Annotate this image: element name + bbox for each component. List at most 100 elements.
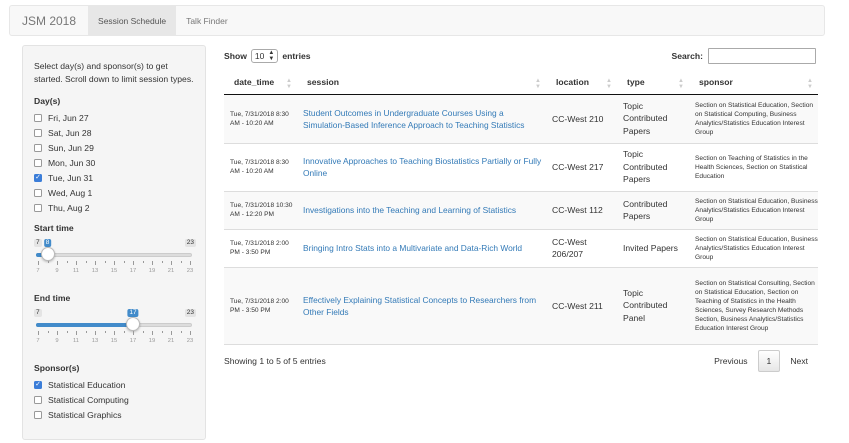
day-checkbox-row[interactable]: ✓ Tue, Jun 31 [34,170,194,185]
slider-tick [76,261,77,265]
column-header-type[interactable]: type ▲ ▼ [617,71,689,95]
main-content: Show 10 ▲ ▼ entries Search: date_time ▲ ▼ se… [224,45,818,374]
slider-tick-label: 11 [72,338,80,344]
column-header-label: location [556,77,589,88]
column-header-session[interactable]: session ▲ ▼ [297,71,546,95]
search-input[interactable] [708,48,816,64]
entries-select[interactable]: 10 ▲ ▼ [250,49,279,63]
cell-location: CC-West 206/207 [546,229,617,268]
sponsor-option-label: Statistical Computing [48,394,129,405]
slider-tick [161,331,163,333]
column-header-date-time[interactable]: date_time ▲ ▼ [224,71,297,95]
table-header-row: date_time ▲ ▼ session ▲ ▼ location ▲ ▼ type ▲ ▼ … [224,71,818,95]
table-footer: Showing 1 to 5 of 5 entries Previous 1 N… [224,348,818,374]
tab-talk-finder[interactable]: Talk Finder [176,6,238,35]
slider-tick-label: 7 [36,338,40,344]
select-updown-icon: ▲ ▼ [268,50,275,62]
cell-type: Invited Papers [617,229,689,268]
checkbox-icon[interactable] [34,158,42,167]
cell-location: CC-West 217 [546,143,617,192]
day-label: Mon, Jun 30 [48,157,96,168]
sponsor-option-label: Statistical Education [48,379,126,390]
end-time-slider[interactable]: 7 23 17 7 9 11 13 15 17 19 21 23 [34,307,196,353]
slider-tick [190,261,191,265]
slider-tick [66,261,68,263]
slider-handle[interactable] [40,247,55,261]
slider-handle[interactable] [126,317,140,331]
cell-sponsor: Section on Statistical Education, Sectio… [689,94,818,144]
slider-tick [180,331,182,333]
cell-type: Topic Contributed Papers [617,94,689,144]
cell-type: Contributed Papers [617,191,689,230]
previous-button[interactable]: Previous [704,356,757,366]
day-checkbox-row[interactable]: Wed, Aug 1 [34,185,194,200]
session-link[interactable]: Innovative Approaches to Teaching Biosta… [297,143,546,192]
day-checkbox-row[interactable]: Sun, Jun 29 [34,140,194,155]
day-checkbox-row[interactable]: Mon, Jun 30 [34,155,194,170]
slider-tick [142,331,144,333]
tab-session-schedule[interactable]: Session Schedule [88,6,177,35]
checkbox-icon[interactable] [34,188,42,197]
sponsor-checkbox-row[interactable]: Statistical Graphics [34,407,194,422]
cell-sponsor: Section on Statistical Education, Busine… [689,229,818,268]
next-button[interactable]: Next [780,356,818,366]
slider-tick [133,261,134,265]
day-checkbox-row[interactable]: Thu, Aug 2 [34,200,194,215]
slider-tick [123,331,125,333]
column-header-sponsor[interactable]: sponsor ▲ ▼ [689,71,818,95]
slider-track[interactable] [36,253,192,257]
checkbox-icon[interactable] [34,410,42,419]
session-link[interactable]: Student Outcomes in Undergraduate Course… [297,94,546,144]
checkbox-icon[interactable]: ✓ [34,173,42,182]
sponsor-checkbox-row[interactable]: Statistical Computing [34,392,194,407]
start-time-slider[interactable]: 7 23 8 7 9 11 13 15 17 19 21 23 [34,237,196,283]
checkbox-icon[interactable] [34,203,42,212]
day-checkbox-row[interactable]: Fri, Jun 27 [34,110,194,125]
intro-text: Select day(s) and sponsor(s) to get star… [34,61,194,84]
session-link[interactable]: Bringing Intro Stats into a Multivariate… [297,229,546,268]
sort-icon: ▲ ▼ [286,78,292,90]
day-label: Fri, Jun 27 [48,112,89,123]
column-header-label: session [307,77,340,88]
slider-tick [85,261,87,263]
checkbox-icon[interactable] [34,143,42,152]
slider-value-label: 8 [43,239,52,247]
checkbox-icon[interactable] [34,395,42,404]
day-label: Tue, Jun 31 [48,172,94,183]
sort-icon: ▲ ▼ [807,78,813,90]
slider-tick [47,261,49,263]
table-row: Tue, 7/31/2018 2:00 PM - 3:50 PM Effecti… [224,267,818,345]
checkbox-icon[interactable]: ✓ [34,380,42,389]
page-1-button[interactable]: 1 [757,349,781,372]
slider-tick [104,331,106,333]
slider-fill [36,323,133,327]
slider-tick [114,331,115,335]
slider-tick [171,331,172,335]
slider-tick-label: 15 [110,338,118,344]
day-label: Sun, Jun 29 [48,142,94,153]
sort-icon: ▲ ▼ [678,78,684,90]
checkbox-icon[interactable] [34,113,42,122]
cell-type: Topic Contributed Panel [617,267,689,345]
slider-tick-label: 9 [55,338,59,344]
column-header-label: sponsor [699,77,733,88]
cell-sponsor: Section on Statistical Consulting, Secti… [689,267,818,345]
table-row: Tue, 7/31/2018 8:30 AM - 10:20 AM Innova… [224,143,818,192]
days-checkbox-group: Fri, Jun 27 Sat, Jun 28 Sun, Jun 29 Mon,… [34,110,194,215]
table-row: Tue, 7/31/2018 10:30 AM - 12:20 PM Inves… [224,191,818,230]
column-header-location[interactable]: location ▲ ▼ [546,71,617,95]
pagination: Previous 1 Next [704,349,818,372]
slider-tick-label: 19 [148,268,156,274]
brand-title[interactable]: JSM 2018 [10,6,88,35]
checkbox-icon[interactable] [34,128,42,137]
day-checkbox-row[interactable]: Sat, Jun 28 [34,125,194,140]
sponsor-checkbox-row[interactable]: ✓ Statistical Education [34,377,194,392]
days-label: Day(s) [34,96,61,106]
slider-tick [133,331,134,335]
sidebar-panel: Select day(s) and sponsor(s) to get star… [22,45,206,440]
slider-tick [161,261,163,263]
cell-date-time: Tue, 7/31/2018 2:00 PM - 3:50 PM [224,267,297,345]
slider-tick [47,331,49,333]
session-link[interactable]: Effectively Explaining Statistical Conce… [297,267,546,345]
session-link[interactable]: Investigations into the Teaching and Lea… [297,191,546,230]
